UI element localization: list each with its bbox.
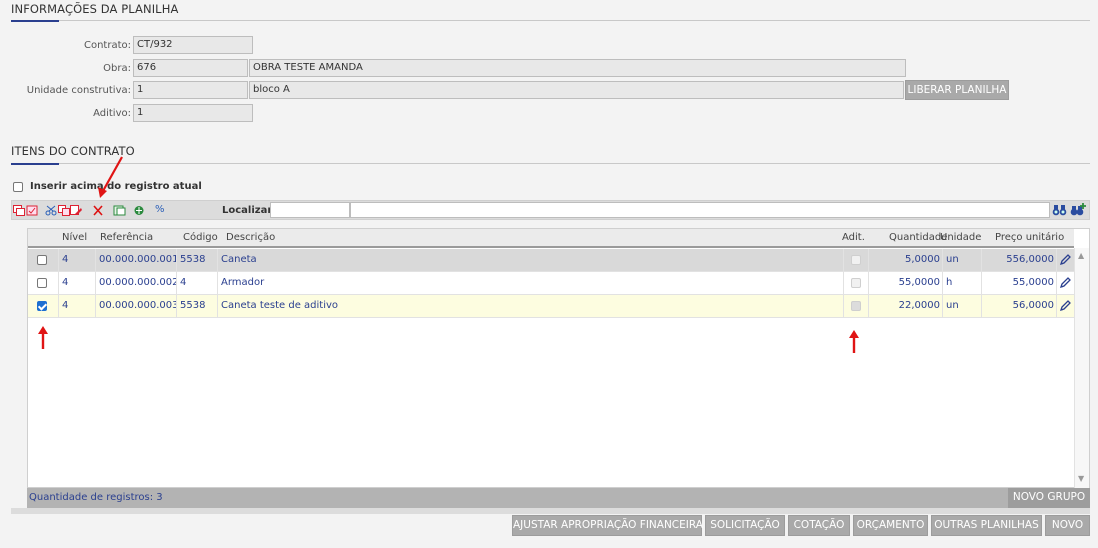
section-accent: [11, 163, 59, 165]
grid-header: Nível Referência Código Descrição Adit. …: [28, 229, 1074, 248]
excel-icon[interactable]: [113, 205, 126, 216]
cut-icon[interactable]: [45, 205, 58, 216]
insert-above-checkbox[interactable]: [13, 182, 23, 192]
adit-checkbox: [851, 255, 861, 265]
items-grid: Nível Referência Código Descrição Adit. …: [27, 228, 1090, 488]
cell-descricao: Caneta teste de aditivo: [218, 295, 844, 317]
cell-unidade: un: [943, 295, 982, 317]
row-select-checkbox[interactable]: [37, 255, 47, 265]
copy-icon[interactable]: [13, 205, 26, 216]
percent-icon[interactable]: %: [155, 204, 165, 215]
unidade-name-field[interactable]: bloco A: [249, 81, 904, 99]
novo-button[interactable]: NOVO: [1045, 515, 1090, 536]
col-descricao[interactable]: Descrição: [226, 229, 275, 246]
vertical-scrollbar[interactable]: ▲ ▼: [1074, 248, 1089, 488]
col-referencia[interactable]: Referência: [100, 229, 153, 246]
cell-adit: [844, 272, 869, 294]
contrato-label: Contrato:: [83, 40, 131, 51]
cell-preco: 556,0000: [982, 249, 1057, 271]
cell-adit: [844, 249, 869, 271]
liberar-planilha-button[interactable]: LIBERAR PLANILHA: [905, 80, 1009, 100]
contrato-field[interactable]: CT/932: [133, 36, 253, 54]
solicitacao-button[interactable]: SOLICITAÇÃO: [705, 515, 785, 536]
outras-planilhas-button[interactable]: OUTRAS PLANILHAS: [931, 515, 1042, 536]
edit-pencil-icon[interactable]: [1059, 277, 1071, 289]
cell-adit: [844, 295, 869, 317]
footer-strip: [11, 508, 1090, 514]
edit-pencil-icon[interactable]: [1059, 300, 1071, 312]
col-quantidade[interactable]: Quantidade: [889, 229, 947, 246]
grid-toolbar: % Localizar:: [11, 200, 1090, 220]
cell-unidade: un: [943, 249, 982, 271]
cell-codigo: 5538: [177, 295, 218, 317]
edit-pencil-icon[interactable]: [1059, 254, 1071, 266]
row-select-cell: [28, 295, 59, 317]
obra-name-field[interactable]: OBRA TESTE AMANDA: [249, 59, 906, 77]
row-select-cell: [28, 272, 59, 294]
clear-icon[interactable]: [70, 205, 83, 216]
cell-codigo: 5538: [177, 249, 218, 271]
cell-preco: 56,0000: [982, 295, 1057, 317]
localizar-input-2[interactable]: [350, 202, 1050, 218]
adit-checkbox: [851, 278, 861, 288]
obra-label: Obra:: [103, 63, 131, 74]
section-accent: [11, 20, 59, 22]
section-divider: [11, 20, 1090, 21]
refresh-icon[interactable]: [133, 205, 146, 216]
orcamento-button[interactable]: ORÇAMENTO: [853, 515, 928, 536]
binoculars-add-icon[interactable]: [1070, 203, 1086, 216]
table-row[interactable]: 4 00.000.000.001 5538 Caneta 5,0000 un 556,000…: [28, 249, 1074, 272]
ajustar-apropriacao-button[interactable]: AJUSTAR APROPRIAÇÃO FINANCEIRA: [512, 515, 703, 536]
footer-spacer: [11, 488, 27, 508]
col-adit[interactable]: Adit.: [842, 229, 865, 246]
novo-grupo-button[interactable]: NOVO GRUPO: [1008, 488, 1090, 508]
cell-nivel: 4: [59, 249, 96, 271]
row-select-checkbox[interactable]: [37, 301, 47, 311]
cell-referencia: 00.000.000.003: [96, 295, 177, 317]
scroll-up-icon[interactable]: ▲: [1078, 251, 1084, 260]
cell-referencia: 00.000.000.002: [96, 272, 177, 294]
cell-referencia: 00.000.000.001: [96, 249, 177, 271]
cell-unidade: h: [943, 272, 982, 294]
adit-checkbox: [851, 301, 861, 311]
grid-footer: Quantidade de registros: 3 NOVO GRUPO: [27, 488, 1090, 508]
col-preco[interactable]: Preço unitário: [995, 229, 1064, 246]
cell-nivel: 4: [59, 295, 96, 317]
cell-preco: 55,0000: [982, 272, 1057, 294]
cell-quantidade: 5,0000: [869, 249, 943, 271]
unidade-code-field[interactable]: 1: [133, 81, 248, 99]
section-divider: [11, 163, 1090, 164]
cell-quantidade: 22,0000: [869, 295, 943, 317]
section-title-info: INFORMAÇÕES DA PLANILHA: [11, 2, 179, 16]
annotation-arrow-checkbox: [38, 326, 48, 349]
col-unidade[interactable]: Unidade: [940, 229, 981, 246]
unidade-label: Unidade construtiva:: [26, 85, 131, 96]
localizar-input-1[interactable]: [270, 202, 350, 218]
col-codigo[interactable]: Código: [183, 229, 218, 246]
localizar-label: Localizar:: [222, 205, 277, 216]
delete-icon[interactable]: [92, 205, 105, 216]
annotation-arrow-adit: [849, 330, 859, 353]
paste-icon[interactable]: [26, 205, 39, 216]
row-select-checkbox[interactable]: [37, 278, 47, 288]
annotation-arrow-toolbar: [98, 156, 123, 198]
table-row[interactable]: 4 00.000.000.002 4 Armador 55,0000 h 55,0000: [28, 272, 1074, 295]
row-select-cell: [28, 249, 59, 271]
binoculars-icon[interactable]: [1052, 204, 1067, 216]
cell-quantidade: 55,0000: [869, 272, 943, 294]
record-count: Quantidade de registros: 3: [29, 492, 163, 503]
col-nivel[interactable]: Nível: [62, 229, 87, 246]
cell-codigo: 4: [177, 272, 218, 294]
obra-code-field[interactable]: 676: [133, 59, 248, 77]
cell-descricao: Caneta: [218, 249, 844, 271]
cell-descricao: Armador: [218, 272, 844, 294]
cotacao-button[interactable]: COTAÇÃO: [788, 515, 850, 536]
aditivo-field[interactable]: 1: [133, 104, 253, 122]
grid-body: 4 00.000.000.001 5538 Caneta 5,0000 un 556,000…: [28, 249, 1074, 469]
table-row[interactable]: 4 00.000.000.003 5538 Caneta teste de aditi…: [28, 295, 1074, 318]
aditivo-label: Aditivo:: [93, 108, 131, 119]
scroll-down-icon[interactable]: ▼: [1078, 474, 1084, 483]
cell-nivel: 4: [59, 272, 96, 294]
